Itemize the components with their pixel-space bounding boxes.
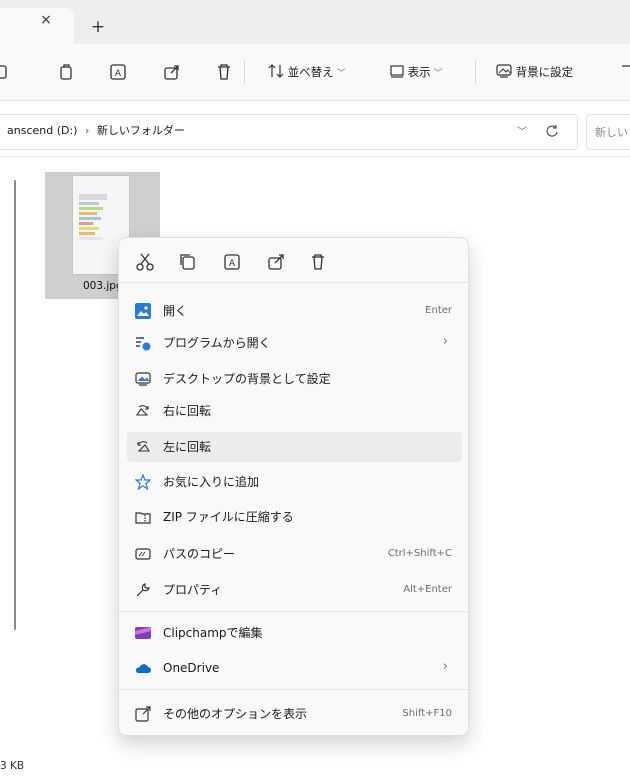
properties-wrench-icon (136, 583, 150, 597)
view-chevron-down-icon: ﹀ (433, 69, 443, 79)
tab-bar: × + (0, 0, 630, 44)
zip-folder-icon (135, 512, 151, 524)
clipchamp-icon (135, 627, 151, 639)
menu-item-label: 左に回転 (163, 440, 212, 454)
set-background-label: 背景に設定 (515, 65, 574, 79)
toolbar-divider (475, 60, 476, 84)
share-icon[interactable] (264, 250, 288, 274)
menu-item-shortcut: Enter (425, 305, 452, 316)
menu-divider (119, 689, 468, 690)
menu-item-label: 右に回転 (163, 404, 212, 418)
photos-app-icon (135, 303, 151, 319)
breadcrumb-drive[interactable]: anscend (D:) (7, 124, 77, 137)
menu-item-shortcut: Ctrl+Shift+C (387, 548, 452, 559)
desktop-background-icon (496, 64, 512, 78)
menu-item-compress-zip[interactable]: ZIP ファイルに圧縮する (127, 502, 462, 532)
menu-item-label: Clipchampで編集 (163, 626, 263, 640)
menu-item-add-to-favorites[interactable]: お気に入りに追加 (127, 467, 462, 497)
onedrive-cloud-icon (135, 664, 151, 673)
cut-icon[interactable] (0, 62, 12, 82)
menu-item-rotate-right[interactable]: 右に回転 (127, 396, 462, 426)
menu-item-label: デスクトップの背景として設定 (163, 372, 331, 386)
open-with-icon (136, 337, 151, 351)
menu-item-label: お気に入りに追加 (163, 475, 260, 489)
refresh-icon[interactable] (545, 124, 559, 138)
menu-item-open-with[interactable]: プログラムから開く › (127, 328, 462, 358)
sort-chevron-down-icon: ﹀ (336, 69, 346, 79)
address-bar[interactable]: anscend (D:) › 新しいフォルダー ﹀ (0, 114, 578, 150)
slideshow-icon[interactable] (618, 62, 630, 82)
rename-icon[interactable]: A (108, 62, 128, 82)
menu-item-set-desktop-background[interactable]: デスクトップの背景として設定 (127, 364, 462, 394)
menu-item-label: OneDrive (163, 661, 220, 675)
delete-icon[interactable] (214, 62, 234, 82)
search-placeholder: 新しい (595, 126, 628, 139)
svg-text:A: A (229, 259, 236, 269)
rename-icon[interactable]: A (220, 250, 244, 274)
copy-icon[interactable] (176, 250, 200, 274)
menu-item-rotate-left[interactable]: 左に回転 (127, 432, 462, 462)
toolbar-divider (244, 60, 245, 84)
menu-item-label: 開く (163, 304, 188, 318)
submenu-chevron-icon: › (442, 334, 448, 349)
copy-icon[interactable] (56, 62, 76, 82)
view-button[interactable]: 表示 ﹀ (390, 62, 443, 82)
breadcrumb-folder[interactable]: 新しいフォルダー (97, 124, 185, 137)
menu-divider (119, 282, 468, 283)
menu-item-onedrive[interactable]: OneDrive › (127, 653, 462, 683)
sort-icon (268, 64, 284, 78)
status-bar-size: 3 KB (0, 760, 25, 772)
menu-item-shortcut: Shift+F10 (402, 708, 452, 719)
view-icon (390, 65, 404, 78)
menu-item-properties[interactable]: プロパティ Alt+Enter (127, 575, 462, 605)
rotate-left-icon (137, 441, 151, 452)
tab-close-icon[interactable]: × (36, 10, 56, 30)
breadcrumb-separator-icon[interactable]: › (85, 124, 89, 137)
menu-item-label: ZIP ファイルに圧縮する (163, 510, 294, 524)
sort-button[interactable]: 並べ替え ﹀ (268, 62, 346, 82)
thumbnail-image (79, 194, 107, 240)
star-icon (135, 474, 151, 490)
command-bar: A 並べ替え ﹀ 表示 ﹀ 背景に設定 (0, 44, 630, 101)
menu-divider (119, 611, 468, 612)
cut-icon[interactable] (133, 250, 157, 274)
menu-item-more-options[interactable]: その他のオプションを表示 Shift+F10 (127, 699, 462, 729)
context-menu: A 開く Enter プログラムから開く › デスクトップの背景として設定 右に… (118, 237, 469, 736)
menu-item-copy-path[interactable]: パスのコピー Ctrl+Shift+C (127, 539, 462, 569)
view-label: 表示 (407, 65, 431, 79)
menu-item-shortcut: Alt+Enter (403, 584, 452, 595)
desktop-background-icon (135, 372, 151, 386)
menu-item-label: パスのコピー (163, 547, 236, 561)
breadcrumb: anscend (D:) › 新しいフォルダー (7, 123, 185, 139)
new-tab-icon[interactable]: + (88, 17, 108, 37)
address-bar-row: anscend (D:) › 新しいフォルダー ﹀ 新しい (0, 104, 630, 157)
sort-label: 並べ替え (287, 65, 334, 79)
share-icon[interactable] (162, 62, 182, 82)
copy-path-icon (135, 548, 151, 560)
file-name: 003.jpg (83, 280, 123, 292)
delete-icon[interactable] (306, 250, 330, 274)
menu-item-label: プログラムから開く (163, 336, 271, 350)
set-background-button[interactable]: 背景に設定 (496, 62, 573, 82)
search-input[interactable]: 新しい (586, 114, 630, 150)
submenu-chevron-icon: › (442, 659, 448, 674)
menu-item-open[interactable]: 開く Enter (127, 296, 462, 326)
menu-item-label: その他のオプションを表示 (163, 707, 308, 721)
menu-item-label: プロパティ (163, 583, 223, 597)
navigation-pane-scrollbar[interactable] (14, 180, 16, 630)
svg-text:A: A (115, 69, 122, 79)
more-options-icon (135, 706, 151, 722)
menu-item-clipchamp[interactable]: Clipchampで編集 (127, 618, 462, 648)
address-history-chevron-icon[interactable]: ﹀ (517, 123, 527, 138)
rotate-right-icon (135, 405, 149, 416)
